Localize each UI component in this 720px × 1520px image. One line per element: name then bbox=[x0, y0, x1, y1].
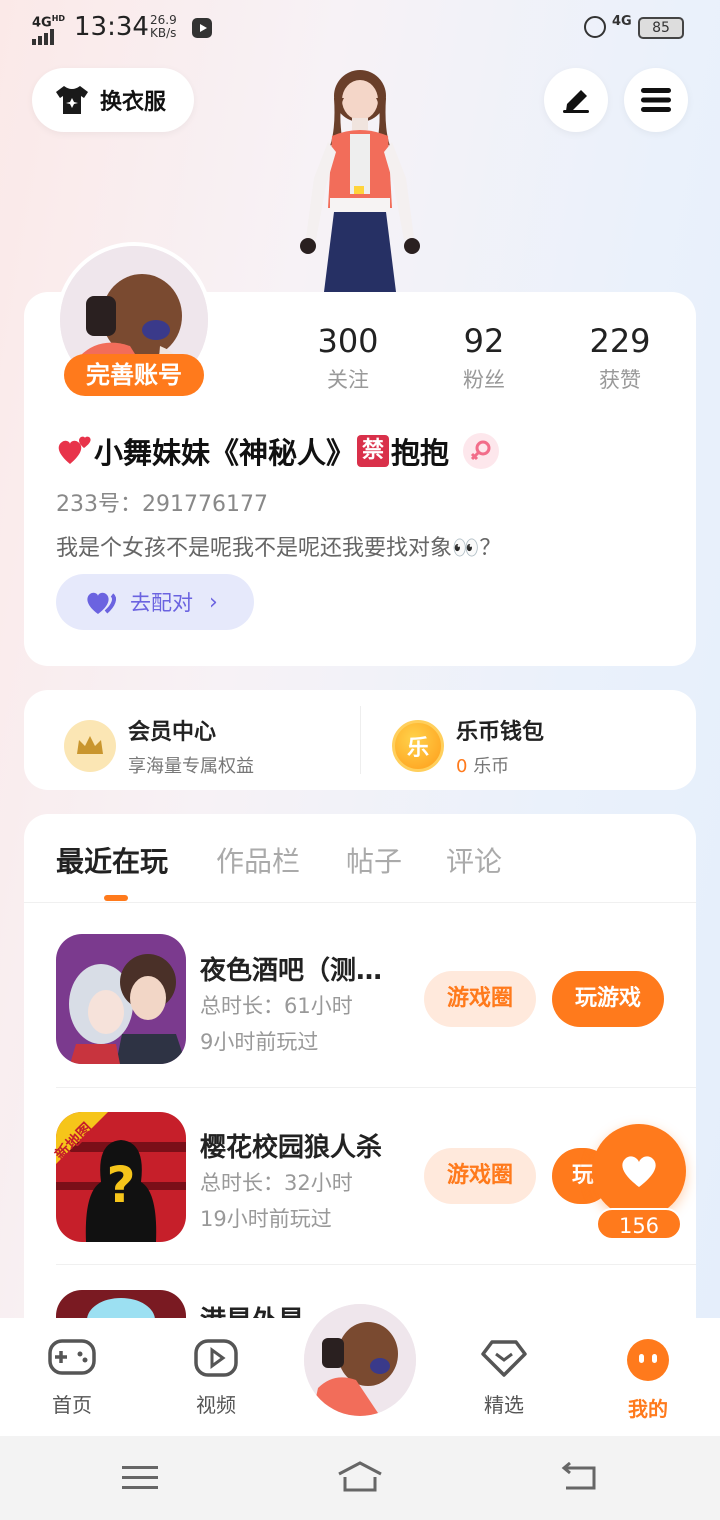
game-circle-button[interactable]: 游戏圈 bbox=[424, 971, 536, 1027]
two-hearts-icon bbox=[58, 436, 91, 464]
status-bar: 4GHD 13:34 26.9 KB/s 4G 85 bbox=[0, 0, 720, 56]
female-gender-icon bbox=[463, 433, 500, 469]
avatar-figure[interactable] bbox=[288, 68, 428, 292]
nav-featured[interactable]: 精选 bbox=[456, 1338, 552, 1418]
username: 小舞妹妹《神秘人》 禁 抱抱 bbox=[56, 430, 500, 472]
menu-button[interactable] bbox=[624, 68, 688, 132]
tab-indicator bbox=[104, 895, 128, 901]
wallet[interactable]: 乐 乐币钱包 0 乐币 bbox=[392, 714, 544, 778]
face-icon bbox=[627, 1339, 669, 1381]
stat-fans[interactable]: 92 粉丝 bbox=[424, 322, 544, 394]
chevron-right-icon: › bbox=[209, 589, 218, 615]
pencil-icon bbox=[563, 90, 589, 113]
network-speed: 26.9 KB/s bbox=[150, 13, 177, 40]
complete-account-button[interactable]: 完善账号 bbox=[64, 354, 204, 396]
game-name: 樱花校园狼人杀 bbox=[200, 1133, 383, 1163]
stat-following[interactable]: 300 关注 bbox=[288, 322, 408, 394]
tab-posts[interactable]: 帖子 bbox=[346, 840, 402, 880]
recent-apps-icon[interactable] bbox=[122, 1464, 158, 1492]
go-match-button[interactable]: 去配对 › bbox=[56, 574, 254, 630]
tab-works[interactable]: 作品栏 bbox=[216, 840, 300, 880]
nav-home[interactable]: 首页 bbox=[24, 1338, 120, 1418]
vip-center[interactable]: 会员中心 享海量专属权益 bbox=[64, 714, 254, 778]
game-name: 夜色酒吧（测… bbox=[200, 956, 383, 986]
svg-text:?: ? bbox=[106, 1156, 135, 1214]
clock: 13:34 bbox=[74, 12, 149, 42]
divider bbox=[56, 1264, 696, 1265]
bio: 我是个女孩不是呢我不是呢还我要找对象👀？ bbox=[56, 536, 502, 561]
menu-icon bbox=[641, 88, 671, 112]
game-icon[interactable] bbox=[56, 1290, 186, 1320]
game-name: 港星外星 bbox=[200, 1300, 304, 1318]
game-duration: 总时长：61小时 bbox=[200, 994, 353, 1018]
user-id: 233号：291776177 bbox=[56, 492, 268, 517]
gamepad-icon bbox=[48, 1339, 96, 1375]
play-game-button[interactable]: 玩游戏 bbox=[552, 971, 664, 1027]
tab-comments[interactable]: 评论 bbox=[446, 840, 502, 880]
tab-recent[interactable]: 最近在玩 bbox=[56, 840, 168, 880]
screen-record-icon bbox=[192, 18, 212, 38]
nav-video[interactable]: 视频 bbox=[168, 1338, 264, 1418]
network-type: 4G bbox=[612, 14, 632, 29]
signal-bars-icon bbox=[32, 29, 54, 46]
coin-icon: 乐 bbox=[392, 720, 444, 772]
recent-games-card bbox=[24, 814, 696, 1334]
ban-badge: 禁 bbox=[357, 435, 390, 467]
tshirt-icon bbox=[56, 86, 88, 114]
divider bbox=[360, 706, 361, 774]
back-icon[interactable] bbox=[560, 1462, 598, 1492]
signal-indicator: 4GHD bbox=[32, 12, 65, 48]
game-last-played: 9小时前玩过 bbox=[200, 1030, 319, 1054]
divider bbox=[24, 902, 696, 903]
divider bbox=[56, 1087, 696, 1088]
alarm-icon bbox=[584, 16, 606, 38]
video-icon bbox=[194, 1339, 238, 1377]
battery-indicator: 85 bbox=[638, 17, 684, 39]
edit-profile-button[interactable] bbox=[544, 68, 608, 132]
like-count: 156 bbox=[596, 1208, 682, 1240]
game-last-played: 19小时前玩过 bbox=[200, 1207, 332, 1231]
floating-like-button[interactable] bbox=[592, 1124, 686, 1218]
home-icon[interactable] bbox=[336, 1460, 384, 1494]
game-duration: 总时长：32小时 bbox=[200, 1171, 353, 1195]
diamond-heart-icon bbox=[481, 1340, 527, 1377]
change-outfit-button[interactable]: 换衣服 bbox=[32, 68, 194, 132]
match-heart-icon bbox=[87, 592, 116, 614]
game-circle-button[interactable]: 游戏圈 bbox=[424, 1148, 536, 1204]
game-icon[interactable] bbox=[56, 934, 186, 1064]
heart-icon bbox=[622, 1156, 656, 1187]
stat-likes[interactable]: 229 获赞 bbox=[560, 322, 680, 394]
nav-me[interactable]: 我的 bbox=[600, 1338, 696, 1422]
nav-center-avatar[interactable] bbox=[304, 1304, 416, 1416]
crown-icon bbox=[64, 720, 116, 772]
